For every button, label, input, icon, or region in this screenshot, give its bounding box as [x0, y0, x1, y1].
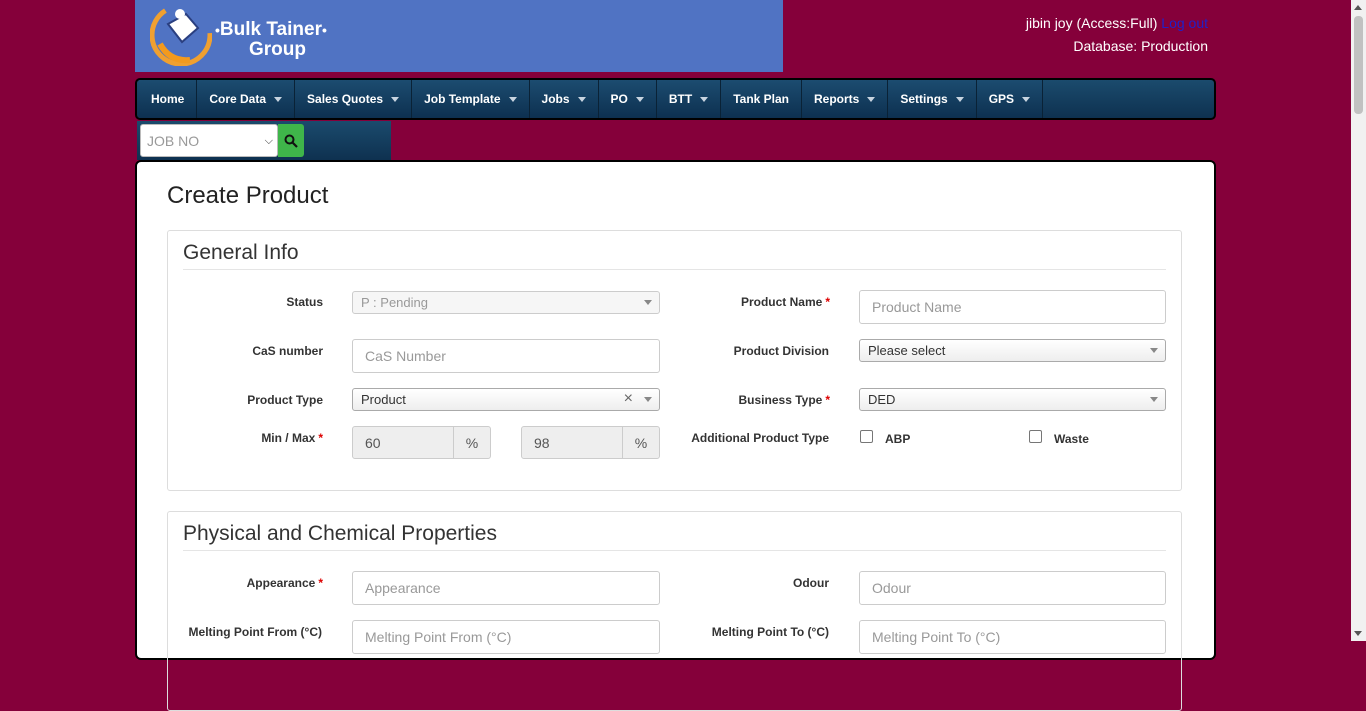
nav-item-label: Jobs — [541, 92, 570, 106]
logout-link[interactable]: Log out — [1161, 15, 1208, 31]
physical-properties-title: Physical and Chemical Properties — [183, 522, 1166, 551]
additional-product-type-label: Additional Product Type — [691, 431, 829, 445]
waste-checkbox[interactable] — [1029, 430, 1042, 443]
melting-point-to-label: Melting Point To (°C) — [711, 625, 829, 639]
nav-item-label: Home — [151, 92, 185, 106]
caret-down-icon — [955, 96, 964, 102]
caret-down-icon — [700, 96, 709, 102]
main-nav: Home Core Data Sales Quotes Job Template Job… — [135, 78, 1216, 120]
cas-number-label: CaS number — [252, 344, 323, 358]
nav-item-tank-plan[interactable]: Tank Plan — [721, 80, 803, 118]
status-select[interactable]: P : Pending — [352, 291, 660, 314]
product-division-select[interactable]: Please select — [859, 339, 1166, 362]
appearance-input[interactable]: Appearance — [352, 571, 660, 605]
product-name-label: Product Name * — [740, 295, 830, 309]
job-search-type-select[interactable]: JOB NO ⌵ — [140, 124, 278, 157]
search-icon — [284, 134, 298, 148]
nav-item-label: Reports — [814, 92, 860, 106]
chevron-down-icon: ⌵ — [264, 135, 273, 147]
abp-label: ABP — [885, 432, 911, 446]
logo-icon — [150, 4, 212, 66]
max-input[interactable]: 98% — [521, 426, 660, 459]
nav-item-home[interactable]: Home — [139, 80, 198, 118]
search-button[interactable] — [278, 124, 304, 157]
status-label: Status — [286, 295, 323, 309]
general-info-title: General Info — [183, 241, 1166, 270]
user-info: jibin joy (Access:Full) Log out Database… — [1026, 12, 1208, 58]
odour-label: Odour — [793, 576, 829, 590]
nav-item-label: PO — [610, 92, 628, 106]
product-name-input[interactable]: Product Name — [859, 290, 1166, 324]
caret-down-icon — [635, 96, 644, 102]
nav-item-job-template[interactable]: Job Template — [412, 80, 530, 118]
cas-number-input[interactable]: CaS Number — [352, 339, 660, 373]
min-max-label: Min / Max * — [261, 431, 323, 445]
nav-item-label: Settings — [900, 92, 948, 106]
nav-item-core-data[interactable]: Core Data — [197, 80, 296, 118]
database-label: Database: Production — [1073, 38, 1208, 54]
chevron-down-icon — [644, 300, 652, 305]
melting-point-from-label: Melting Point From (°C) — [188, 625, 322, 639]
nav-item-settings[interactable]: Settings — [888, 80, 977, 118]
main-panel: Create Product General Info Status P : P… — [135, 160, 1216, 711]
page-scrollbar[interactable] — [1351, 0, 1366, 641]
caret-down-icon — [577, 96, 586, 102]
melting-point-from-input[interactable]: Melting Point From (°C) — [352, 620, 660, 654]
waste-label: Waste — [1054, 432, 1089, 446]
nav-item-po[interactable]: PO — [598, 80, 657, 118]
physical-properties-section: Physical and Chemical Properties Appeara… — [167, 511, 1182, 711]
nav-item-reports[interactable]: Reports — [802, 80, 889, 118]
logo-banner[interactable]: •Bulk Tainer• Group — [135, 0, 783, 72]
odour-input[interactable]: Odour — [859, 571, 1166, 605]
melting-point-to-input[interactable]: Melting Point To (°C) — [859, 620, 1166, 654]
nav-item-gps[interactable]: GPS — [976, 80, 1044, 118]
caret-down-icon — [391, 96, 400, 102]
scroll-up-icon[interactable] — [1354, 5, 1362, 10]
caret-down-icon — [1022, 96, 1031, 102]
nav-item-btt[interactable]: BTT — [656, 80, 722, 118]
caret-down-icon — [508, 96, 517, 102]
caret-down-icon — [274, 96, 283, 102]
clear-icon[interactable]: × — [624, 390, 633, 408]
job-search-bar: JOB NO ⌵ — [137, 121, 391, 160]
nav-item-label: Sales Quotes — [307, 92, 384, 106]
appearance-label: Appearance * — [246, 576, 323, 590]
scroll-down-icon[interactable] — [1354, 631, 1362, 636]
nav-item-jobs[interactable]: Jobs — [529, 80, 599, 118]
nav-item-label: Job Template — [424, 92, 501, 106]
nav-item-label: GPS — [988, 92, 1015, 106]
nav-item-label: Tank Plan — [733, 92, 790, 106]
abp-checkbox[interactable] — [860, 430, 873, 443]
chevron-down-icon — [644, 397, 652, 402]
general-info-section: General Info Status P : Pending Product … — [167, 230, 1182, 491]
page-title: Create Product — [167, 182, 329, 209]
nav-item-sales-quotes[interactable]: Sales Quotes — [295, 80, 413, 118]
business-type-select[interactable]: DED — [859, 388, 1166, 411]
chevron-down-icon — [1150, 348, 1158, 353]
logo-text: •Bulk Tainer• Group — [215, 19, 327, 60]
nav-item-label: Core Data — [209, 92, 267, 106]
business-type-label: Business Type * — [738, 393, 830, 407]
nav-item-label: BTT — [668, 92, 693, 106]
caret-down-icon — [867, 96, 876, 102]
product-division-label: Product Division — [733, 344, 829, 358]
chevron-down-icon — [1150, 397, 1158, 402]
product-type-select[interactable]: Product × — [352, 388, 660, 411]
min-input[interactable]: 60% — [352, 426, 491, 459]
scrollbar-thumb[interactable] — [1354, 16, 1363, 114]
user-name: jibin joy (Access:Full) — [1025, 15, 1158, 31]
product-type-label: Product Type — [247, 393, 323, 407]
